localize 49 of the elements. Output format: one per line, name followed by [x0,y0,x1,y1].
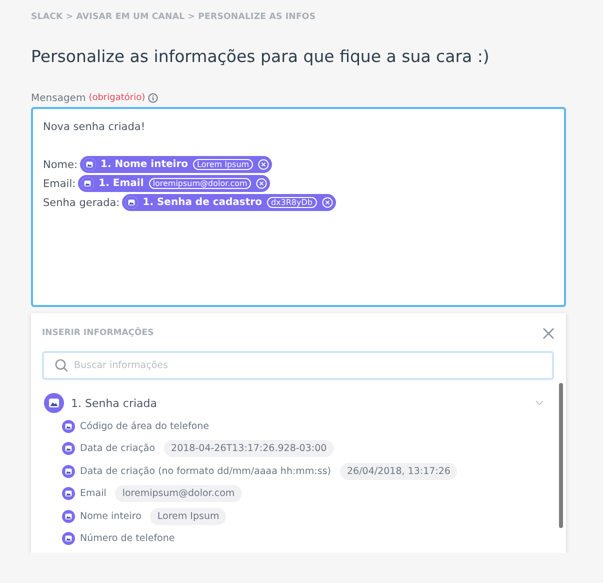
message-text: Email: [43,178,76,190]
variable-chip[interactable]: 1. Email loremipsum@dolor.com [78,175,270,192]
app-icon [62,532,75,546]
item-label[interactable]: Código de área do telefone [80,420,210,432]
breadcrumb: SLACK > AVISAR EM UM CANAL > PERSONALIZE AS INFOS [31,12,317,24]
scrollbar[interactable] [559,383,563,528]
message-editor[interactable]: Nova senha criada! Nome: 1. Nome inteiro Lorem Ipsum Email: 1. Email loremipsum@dolor.com Senha gerada: 1. Senha de cadastro dx3R8yDb [31,107,566,307]
app-icon [62,420,75,433]
chip-value: dx3R8yDb [266,197,316,208]
remove-icon[interactable] [258,159,270,170]
variable-chip[interactable]: 1. Nome inteiro Lorem Ipsum [80,156,272,173]
app-icon [62,442,75,456]
item-label[interactable]: Número de telefone [80,533,175,544]
app-icon [62,487,75,500]
chip-value: Lorem Ipsum [193,159,254,170]
item-label[interactable]: Email [80,488,106,500]
app-icon [82,158,96,171]
search-field[interactable]: Buscar informações [42,351,554,380]
search-icon [55,359,68,372]
info-icon [148,93,158,103]
chip-label: 1. Email [98,178,144,189]
variable-chip[interactable]: 1. Senha de cadastro dx3R8yDb [122,194,336,211]
required-note: (obrigatório) [88,93,146,103]
panel-title: INSERIR INFORMAÇÕES [42,328,154,338]
field-label: Mensagem [31,92,86,104]
app-icon [62,464,75,478]
chip-label: 1. Nome inteiro [100,159,188,170]
close-icon[interactable] [543,328,554,338]
remove-icon[interactable] [256,178,268,189]
group-label: 1. Senha criada [71,396,158,410]
chip-label: 1. Senha de cadastro [142,197,262,208]
chip-value: loremipsum@dolor.com [148,178,252,189]
message-text: Nome: [43,158,78,170]
value-pill: 26/04/2018, 13:17:26 [340,462,458,480]
remove-icon[interactable] [322,197,332,208]
group-header[interactable]: 1. Senha criada [42,391,554,415]
item-label[interactable]: Data de criação (no formato dd/mm/aaaa hh:mm:ss) [80,466,331,477]
value-pill: 2018-04-26T13:17:26.928-03:00 [164,440,334,458]
app-icon [44,393,64,413]
item-label[interactable]: Data de criação [80,443,156,454]
app-icon [80,177,94,190]
page-title: Personalize as informações para que fique a sua cara :) [31,47,490,66]
value-pill: loremipsum@dolor.com [115,485,242,502]
item-label[interactable]: Nome inteiro [80,510,142,522]
message-text: Senha gerada: [43,196,120,208]
message-text: Nova senha criada! [43,120,146,132]
app-icon [62,510,75,523]
value-pill: Lorem Ipsum [150,508,226,525]
app-icon [124,196,138,209]
